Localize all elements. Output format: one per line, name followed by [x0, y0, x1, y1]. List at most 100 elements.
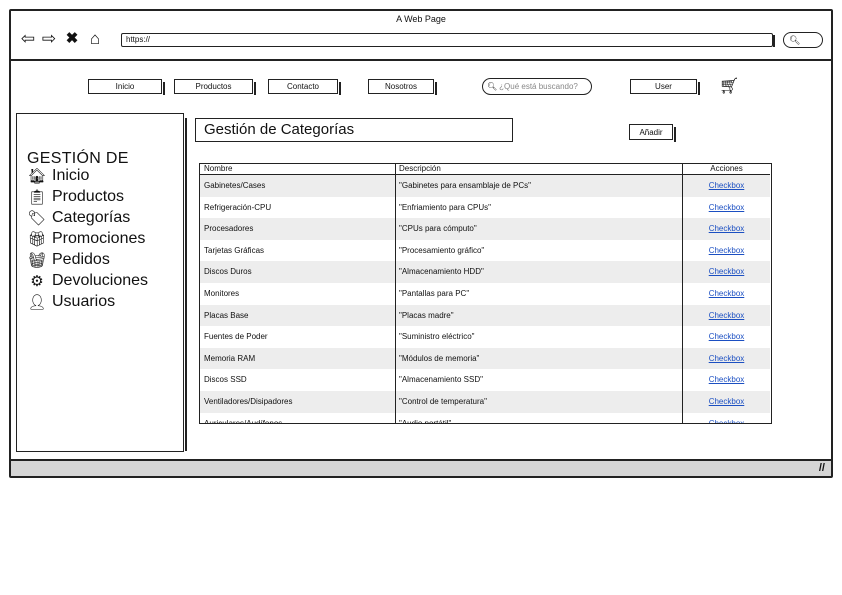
action-checkbox-link[interactable]: Checkbox: [683, 419, 770, 423]
clipboard-icon: 📋︎: [27, 189, 47, 206]
action-checkbox-link[interactable]: Checkbox: [683, 246, 770, 255]
table-row: Placas Base "Placas madre" Checkbox: [200, 304, 770, 327]
sidebar-item-devoluciones[interactable]: ⚙︎ Devoluciones: [27, 271, 148, 291]
cog-icon: ⚙︎: [30, 273, 44, 290]
home-icon[interactable]: ⌂: [86, 29, 104, 47]
browser-titlebar: A Web Page ⇦ ⇨ ✖ ⌂ https:// 🔍︎: [11, 11, 831, 61]
cell-nombre: Discos Duros: [204, 267, 252, 277]
cell-nombre: Gabinetes/Cases: [204, 181, 266, 190]
sidebar-item-label: Usuarios: [52, 293, 116, 310]
sidebar-item-label: Promociones: [52, 230, 146, 247]
cell-descripcion: "Módulos de memoria": [399, 353, 480, 363]
forward-arrow-icon[interactable]: ⇨: [40, 29, 58, 47]
cell-descripcion: "Enfriamiento para CPUs": [399, 202, 491, 212]
cell-nombre: Memoria RAM: [204, 353, 256, 363]
site-search-input[interactable]: 🔍︎ ¿Qué está buscando?: [482, 78, 592, 95]
page-title: Gestión de Categorías: [195, 118, 513, 142]
resize-handle-icon[interactable]: //: [819, 462, 825, 474]
sidebar-item-promociones[interactable]: 🎁︎ Promociones: [27, 229, 145, 249]
status-bar: //: [11, 459, 831, 476]
browser-window: A Web Page ⇦ ⇨ ✖ ⌂ https:// 🔍︎ Inicio Pr…: [9, 9, 833, 478]
sidebar-item-categorias[interactable]: 🏷︎ Categorías: [27, 208, 130, 228]
column-divider: [395, 164, 396, 423]
column-divider: [682, 164, 683, 423]
tag-icon: 🏷︎: [27, 210, 47, 227]
sidebar-item-label: Inicio: [52, 167, 90, 184]
action-checkbox-link[interactable]: Checkbox: [683, 289, 770, 298]
nav-nosotros-button[interactable]: Nosotros: [368, 79, 437, 95]
action-checkbox-link[interactable]: Checkbox: [683, 224, 770, 233]
cell-nombre: Tarjetas Gráficas: [204, 245, 265, 255]
action-checkbox-link[interactable]: Checkbox: [683, 397, 770, 406]
user-icon: 👤︎: [27, 294, 47, 311]
cell-nombre: Fuentes de Poder: [204, 332, 268, 342]
nav-contacto-button[interactable]: Contacto: [268, 79, 341, 95]
nav-productos-button[interactable]: Productos: [174, 79, 256, 95]
cell-nombre: Auriculares/Audífonos: [204, 418, 283, 424]
table-row: Refrigeración-CPU "Enfriamiento para CPUs…: [200, 197, 770, 219]
table-row: Ventiladores/Disipadores "Control de temp…: [200, 391, 770, 413]
sidebar: GESTIÓN DE 🏠︎ Inicio 📋︎ Productos 🏷︎ Cat…: [16, 113, 187, 452]
sidebar-item-productos[interactable]: 📋︎ Productos: [27, 187, 124, 207]
user-button[interactable]: User: [630, 79, 700, 95]
shopping-basket-icon: 🧺︎: [27, 252, 47, 269]
table-row: Fuentes de Poder "Suministro eléctrico" Ch…: [200, 326, 770, 348]
action-checkbox-link[interactable]: Checkbox: [683, 311, 770, 320]
sidebar-item-pedidos[interactable]: 🧺︎ Pedidos: [27, 250, 110, 270]
browser-search-box[interactable]: 🔍︎: [783, 32, 823, 48]
sidebar-item-inicio[interactable]: 🏠︎ Inicio: [27, 166, 89, 186]
sidebar-item-label: Devoluciones: [52, 272, 149, 289]
cell-descripcion: "Almacenamiento HDD": [399, 267, 484, 277]
cell-descripcion: "Control de temperatura": [399, 397, 487, 406]
window-title: A Web Page: [396, 14, 446, 24]
search-icon: 🔍︎: [487, 82, 498, 91]
action-checkbox-link[interactable]: Checkbox: [683, 354, 770, 363]
table-row: Discos SSD "Almacenamiento SSD" Checkbox: [200, 369, 770, 391]
column-header-acciones: Acciones: [710, 164, 743, 173]
action-checkbox-link[interactable]: Checkbox: [683, 375, 770, 384]
cell-descripcion: "Procesamiento gráfico": [399, 245, 485, 255]
cell-descripcion: "Gabinetes para ensamblaje de PCs": [399, 181, 531, 190]
table-row: Memoria RAM "Módulos de memoria" Checkbox: [200, 347, 770, 370]
cell-nombre: Ventiladores/Disipadores: [204, 397, 293, 406]
cell-descripcion: "Almacenamiento SSD": [399, 375, 483, 385]
action-checkbox-link[interactable]: Checkbox: [683, 267, 770, 276]
table-row: Monitores "Pantallas para PC" Checkbox: [200, 283, 770, 305]
home-icon: 🏠︎: [27, 168, 47, 185]
gift-icon: 🎁︎: [27, 231, 47, 248]
back-arrow-icon[interactable]: ⇦: [19, 29, 37, 47]
cell-nombre: Monitores: [204, 289, 240, 298]
cell-descripcion: "Audio portátil": [399, 418, 452, 424]
action-checkbox-link[interactable]: Checkbox: [683, 203, 770, 212]
action-checkbox-link[interactable]: Checkbox: [683, 181, 770, 190]
sidebar-item-label: Categorías: [52, 209, 131, 226]
cell-descripcion: "Pantallas para PC": [399, 289, 470, 298]
table-row: Gabinetes/Cases "Gabinetes para ensamblaj…: [200, 175, 770, 197]
cell-nombre: Discos SSD: [204, 375, 247, 385]
table-row: Tarjetas Gráficas "Procesamiento gráfico"…: [200, 240, 770, 262]
table-row: Procesadores "CPUs para cómputo" Checkbox: [200, 218, 770, 240]
table-row: Discos Duros "Almacenamiento HDD" Checkbox: [200, 261, 770, 283]
cell-descripcion: "Suministro eléctrico": [399, 332, 475, 342]
cell-descripcion: "CPUs para cómputo": [399, 224, 477, 234]
shopping-cart-icon[interactable]: 🛒︎: [719, 76, 739, 96]
column-header-descripcion: Descripción: [399, 164, 441, 173]
url-bar[interactable]: https://: [121, 33, 775, 47]
search-icon: 🔍︎: [789, 35, 801, 45]
cell-nombre: Procesadores: [204, 224, 254, 234]
close-x-icon[interactable]: ✖: [63, 29, 81, 47]
cell-descripcion: "Placas madre": [399, 310, 454, 320]
sidebar-item-label: Productos: [52, 188, 125, 205]
cell-nombre: Placas Base: [204, 310, 249, 320]
categories-table: Nombre Descripción Acciones Gabinetes/Ca…: [199, 163, 772, 424]
sidebar-item-label: Pedidos: [52, 251, 110, 268]
column-header-nombre: Nombre: [204, 164, 233, 173]
add-button[interactable]: Añadir: [629, 124, 676, 142]
action-checkbox-link[interactable]: Checkbox: [683, 332, 770, 341]
sidebar-item-usuarios[interactable]: 👤︎ Usuarios: [27, 292, 115, 312]
table-header: Nombre Descripción Acciones: [200, 164, 770, 175]
nav-inicio-button[interactable]: Inicio: [88, 79, 165, 95]
search-placeholder: ¿Qué está buscando?: [499, 82, 578, 91]
table-row: Auriculares/Audífonos "Audio portátil" Che…: [200, 413, 770, 424]
cell-nombre: Refrigeración-CPU: [204, 202, 272, 212]
